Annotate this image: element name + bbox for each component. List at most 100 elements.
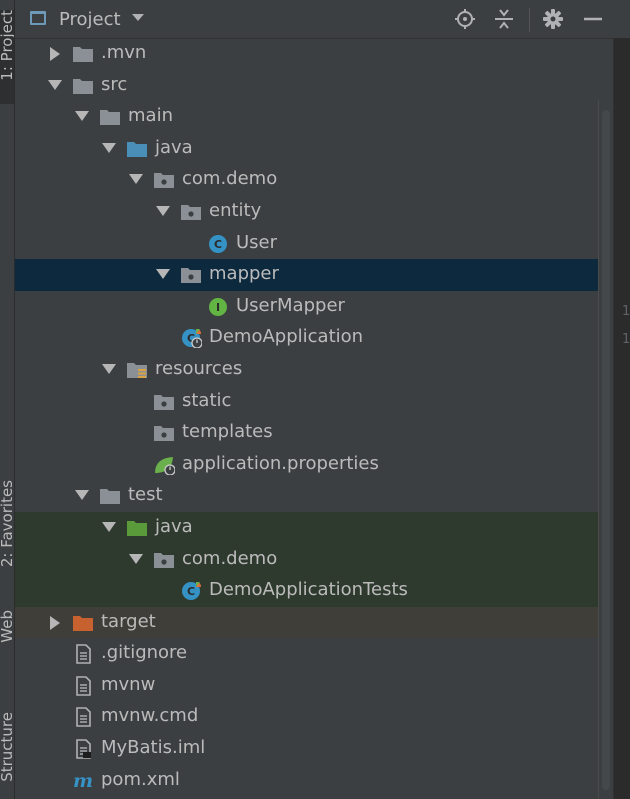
iml-file-icon — [72, 739, 94, 759]
package-icon — [153, 170, 175, 190]
folder-icon — [99, 107, 121, 127]
tree-node-label: User — [236, 231, 278, 253]
chevron-down-icon[interactable] — [102, 363, 116, 374]
tree-node-label: application.properties — [182, 452, 379, 474]
chevron-down-icon[interactable] — [102, 142, 116, 153]
tree-node[interactable]: src — [15, 70, 613, 102]
tree-node-label: com.demo — [182, 547, 278, 569]
spring-properties-icon — [153, 455, 176, 476]
folder-icon — [72, 76, 94, 96]
chevron-down-icon[interactable] — [156, 205, 170, 216]
folder-icon — [72, 44, 94, 64]
chevron-down-icon[interactable] — [48, 79, 62, 90]
tree-node[interactable]: C User — [15, 228, 613, 260]
tree-vertical-scrollbar[interactable] — [598, 100, 613, 799]
tree-node-label: mapper — [209, 263, 279, 285]
tree-node-label: .mvn — [101, 42, 147, 63]
package-icon — [153, 392, 175, 412]
chevron-down-icon[interactable] — [102, 521, 116, 532]
tree-node-label: DemoApplication — [209, 326, 364, 348]
chevron-right-icon[interactable] — [50, 615, 60, 630]
spring-boot-test-icon: C — [180, 581, 202, 601]
source-folder-icon — [126, 139, 148, 159]
tree-node[interactable]: com.demo — [15, 543, 613, 576]
svg-text:C: C — [187, 585, 195, 598]
tree-node[interactable]: .mvn — [15, 38, 613, 70]
svg-text:I: I — [216, 301, 220, 314]
tree-node-label: entity — [209, 199, 262, 221]
tree-node[interactable]: target — [15, 606, 613, 639]
chevron-down-icon[interactable] — [75, 490, 89, 501]
tree-node[interactable]: .gitignore — [15, 638, 613, 670]
project-tool-tab[interactable]: 1: Project — [0, 10, 14, 104]
chevron-down-icon[interactable] — [156, 269, 170, 280]
line-number: 1 — [622, 332, 630, 347]
tree-node[interactable]: C DemoApplication — [15, 322, 613, 354]
tree-node[interactable]: mvnw.cmd — [15, 701, 613, 733]
structure-tool-tab[interactable]: Structure — [0, 712, 14, 799]
tree-node-label: target — [101, 610, 156, 632]
tree-node-label: java — [155, 515, 193, 537]
tree-node-label: java — [155, 136, 193, 158]
hide-panel-icon[interactable] — [582, 8, 604, 30]
collapse-all-icon[interactable] — [493, 8, 515, 30]
tree-node[interactable]: templates — [15, 417, 613, 449]
text-file-icon — [72, 644, 94, 665]
locate-file-icon[interactable] — [454, 8, 476, 30]
tree-node[interactable]: resources — [15, 354, 613, 386]
text-file-icon — [72, 707, 94, 728]
tree-node[interactable]: C DemoApplicationTests — [15, 575, 613, 607]
tree-node-label: DemoApplicationTests — [209, 579, 408, 601]
tree-node-label: mvnw.cmd — [101, 705, 199, 727]
interface-icon: I — [207, 297, 229, 317]
tree-node[interactable]: I UserMapper — [15, 291, 613, 323]
tree-node-label: static — [182, 389, 232, 411]
left-tool-stripe: 1: Project 2: Favorites Web Structure — [0, 0, 15, 799]
text-file-icon — [72, 676, 94, 696]
project-view-icon — [30, 11, 46, 25]
gear-icon[interactable] — [542, 8, 564, 30]
package-icon — [153, 423, 175, 443]
tree-node[interactable]: MyBatis.iml — [15, 733, 613, 765]
chevron-right-icon[interactable] — [50, 47, 60, 61]
tree-node[interactable]: com.demo — [15, 164, 613, 196]
package-icon — [153, 550, 175, 570]
line-number: 1 — [622, 304, 630, 319]
tree-node-label: MyBatis.iml — [101, 737, 206, 759]
favorites-tool-tab[interactable]: 2: Favorites — [0, 480, 14, 574]
chevron-down-icon[interactable] — [75, 111, 89, 122]
tree-node-label: main — [128, 105, 173, 127]
maven-icon: m — [72, 770, 94, 792]
tree-node[interactable]: main — [15, 101, 613, 133]
chevron-down-icon[interactable] — [129, 553, 143, 564]
tree-node[interactable]: mvnw — [15, 670, 613, 702]
tree-node[interactable]: m pom.xml — [15, 765, 613, 797]
tree-node-label: pom.xml — [101, 768, 180, 790]
resources-folder-icon — [126, 360, 148, 380]
svg-text:m: m — [73, 771, 93, 791]
excluded-folder-icon — [72, 613, 94, 633]
tree-node-label: .gitignore — [101, 642, 188, 664]
folder-icon — [99, 486, 121, 506]
panel-title[interactable]: Project — [59, 9, 121, 30]
tree-node[interactable]: java — [15, 511, 613, 544]
chevron-down-icon[interactable] — [129, 174, 143, 185]
tree-node[interactable]: test — [15, 480, 613, 512]
tree-node-label: resources — [155, 357, 243, 379]
tree-node[interactable]: java — [15, 133, 613, 165]
test-folder-icon — [126, 518, 148, 538]
package-icon — [180, 265, 202, 285]
toolbar-divider — [529, 8, 530, 32]
view-dropdown-icon[interactable] — [132, 14, 144, 21]
class-icon: C — [207, 234, 229, 254]
tree-node[interactable]: application.properties — [15, 449, 613, 481]
scrollbar-thumb[interactable] — [602, 110, 610, 790]
tree-node[interactable]: static — [15, 386, 613, 418]
web-tool-tab[interactable]: Web — [0, 610, 14, 704]
tree-node-label: src — [101, 73, 128, 95]
tree-node-label: test — [128, 484, 163, 506]
spring-boot-class-icon: C — [180, 328, 203, 349]
tree-node[interactable]: entity — [15, 196, 613, 228]
tree-node[interactable]: mapper — [15, 259, 613, 291]
tree-node-label: com.demo — [182, 168, 278, 190]
